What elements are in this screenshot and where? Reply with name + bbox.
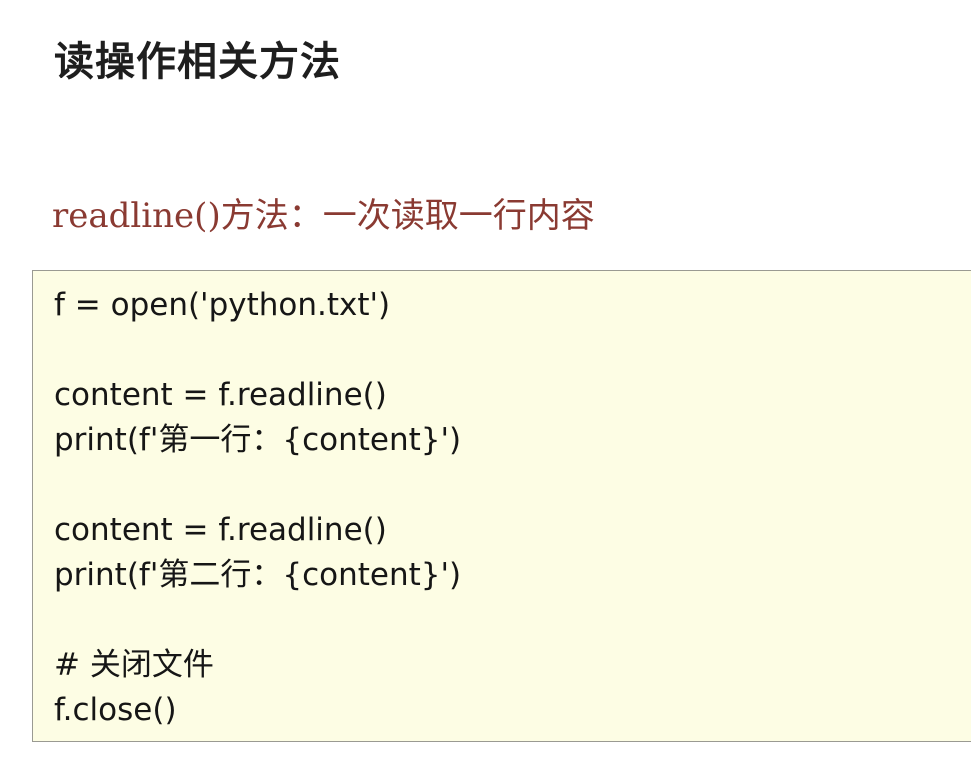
code-line-print-2: print(f'第二行：{content}') <box>54 557 462 593</box>
code-line-print-1: print(f'第一行：{content}') <box>54 422 462 458</box>
code-line-readline-2: content = f.readline() <box>54 512 387 548</box>
code-line-blank <box>54 463 461 508</box>
code-line-blank <box>54 598 461 643</box>
code-line-open: f = open('python.txt') <box>54 287 391 323</box>
method-subtitle: readline()方法：一次读取一行内容 <box>52 196 595 236</box>
code-line-readline-1: content = f.readline() <box>54 377 387 413</box>
code-line-blank <box>54 328 461 373</box>
page-title: 读操作相关方法 <box>54 39 341 85</box>
code-block: f = open('python.txt') content = f.readl… <box>32 270 971 742</box>
code-line-close: f.close() <box>54 692 177 728</box>
code-line-comment: # 关闭文件 <box>54 647 214 683</box>
code-lines: f = open('python.txt') content = f.readl… <box>54 283 461 733</box>
slide: 读操作相关方法 readline()方法：一次读取一行内容 f = open('… <box>0 0 971 766</box>
